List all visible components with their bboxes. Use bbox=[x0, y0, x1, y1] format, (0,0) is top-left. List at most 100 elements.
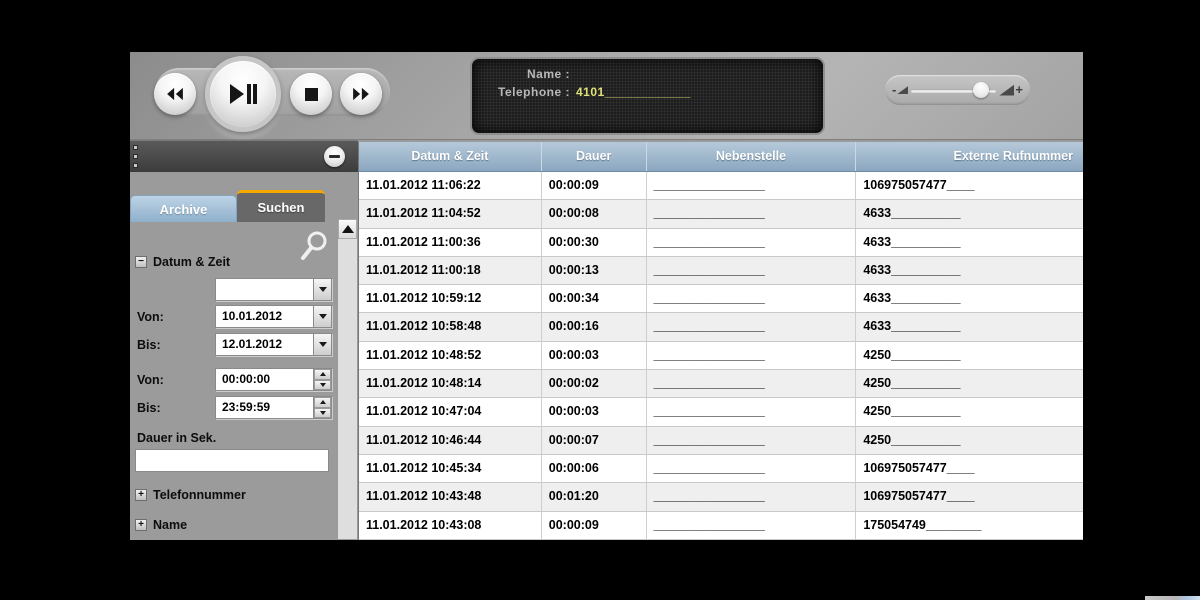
cell-nebenstelle: ________________ bbox=[645, 228, 856, 256]
cell-datetime: 11.01.2012 11:04:52 bbox=[366, 206, 481, 221]
display-telephone-row: Telephone : 4101____________ bbox=[472, 83, 823, 101]
dauer-label: Dauer in Sek. bbox=[137, 431, 217, 445]
chevron-down-icon bbox=[318, 287, 327, 292]
cell-dauer: 00:00:02 bbox=[540, 370, 646, 398]
cell-extern: 4250__________ bbox=[855, 398, 1083, 426]
playback-info-display: Name : Telephone : 4101____________ bbox=[470, 57, 825, 135]
date-filter-dropdown[interactable] bbox=[215, 278, 332, 301]
cell-nebenstelle: ________________ bbox=[645, 285, 856, 313]
cell-extern: 4633__________ bbox=[855, 313, 1083, 341]
telephone-value: 4101____________ bbox=[576, 85, 691, 99]
table-row[interactable]: 11.01.2012 10:48:52 00:00:03 ___________… bbox=[359, 341, 1083, 371]
time-bis-value: 23:59:59 bbox=[222, 400, 271, 414]
sidebar-header bbox=[130, 140, 358, 172]
cell-dauer: 00:00:03 bbox=[540, 398, 646, 426]
cell-nebenstelle: ________________ bbox=[645, 172, 856, 200]
dropdown-arrow-button[interactable] bbox=[313, 334, 331, 355]
cell-datetime: 11.01.2012 10:47:04 bbox=[366, 404, 482, 419]
cell-extern: 106975057477____ bbox=[855, 172, 1083, 200]
collapse-section-icon[interactable]: − bbox=[135, 256, 147, 268]
rewind-button[interactable] bbox=[154, 73, 196, 115]
chevron-down-icon bbox=[319, 382, 326, 387]
cell-nebenstelle: ________________ bbox=[645, 256, 856, 285]
drag-grip-icon[interactable] bbox=[133, 145, 138, 168]
cell-dauer: 00:00:08 bbox=[540, 200, 646, 228]
dauer-input[interactable] bbox=[135, 449, 329, 472]
section-datum-zeit: − Datum & Zeit bbox=[135, 255, 230, 269]
dropdown-arrow-button[interactable] bbox=[313, 279, 331, 300]
play-pause-button[interactable] bbox=[205, 56, 281, 132]
stop-button[interactable] bbox=[290, 73, 332, 115]
time-bis-spinner[interactable]: 23:59:59 bbox=[215, 396, 332, 419]
desktop-background: Name : Telephone : 4101____________ - + bbox=[0, 0, 1200, 600]
cell-nebenstelle: ________________ bbox=[645, 313, 856, 341]
table-row[interactable]: 11.01.2012 11:00:36 00:00:30 ___________… bbox=[359, 228, 1083, 257]
tab-archive[interactable]: Archive bbox=[130, 195, 237, 222]
column-header-externe-rufnummer[interactable]: Externe Rufnummer bbox=[855, 142, 1083, 171]
time-von-label: Von: bbox=[137, 373, 164, 387]
time-von-spinner[interactable]: 00:00:00 bbox=[215, 368, 332, 391]
chevron-down-icon bbox=[318, 314, 327, 319]
expand-section-icon[interactable]: + bbox=[135, 489, 147, 501]
spinner-up-button[interactable] bbox=[314, 397, 331, 408]
table-row[interactable]: 11.01.2012 10:59:12 00:00:34 ___________… bbox=[359, 285, 1083, 314]
scroll-up-button[interactable] bbox=[338, 219, 357, 239]
table-row[interactable]: 11.01.2012 10:43:08 00:00:09 ___________… bbox=[359, 511, 1083, 540]
table-row[interactable]: 11.01.2012 10:47:04 00:00:03 ___________… bbox=[359, 398, 1083, 427]
date-von-dropdown[interactable]: 10.01.2012 bbox=[215, 305, 332, 328]
date-bis-value: 12.01.2012 bbox=[222, 337, 283, 351]
cell-nebenstelle: ________________ bbox=[645, 398, 856, 426]
table-row[interactable]: 11.01.2012 10:46:44 00:00:07 ___________… bbox=[359, 426, 1083, 455]
stop-icon bbox=[304, 87, 318, 101]
date-von-label: Von: bbox=[137, 310, 164, 324]
table-header-row: Datum & Zeit Dauer Nebenstelle Externe R… bbox=[359, 142, 1083, 172]
cell-nebenstelle: ________________ bbox=[645, 511, 856, 539]
cell-extern: 4633__________ bbox=[855, 285, 1083, 313]
cell-datetime: 11.01.2012 11:00:36 bbox=[366, 234, 481, 249]
cell-extern: 106975057477____ bbox=[855, 454, 1083, 483]
search-sidebar: Archive Suchen − Datum & Zeit Von: 10.01… bbox=[130, 140, 358, 540]
column-header-datum-zeit[interactable]: Datum & Zeit bbox=[359, 142, 541, 171]
section-name: + Name bbox=[135, 518, 187, 532]
table-row[interactable]: 11.01.2012 11:06:22 00:00:09 ___________… bbox=[359, 172, 1083, 201]
expand-section-icon[interactable]: + bbox=[135, 519, 147, 531]
sidebar-scrollbar[interactable] bbox=[337, 218, 358, 540]
table-row[interactable]: 11.01.2012 11:00:18 00:00:13 ___________… bbox=[359, 256, 1083, 286]
table-row[interactable]: 11.01.2012 10:58:48 00:00:16 ___________… bbox=[359, 313, 1083, 342]
column-header-dauer[interactable]: Dauer bbox=[540, 142, 646, 171]
chevron-down-icon bbox=[318, 342, 327, 347]
cell-dauer: 00:00:34 bbox=[540, 285, 646, 313]
table-row[interactable]: 11.01.2012 10:48:14 00:00:02 ___________… bbox=[359, 370, 1083, 399]
cell-datetime: 11.01.2012 11:00:18 bbox=[366, 262, 481, 277]
telephone-label: Telephone : bbox=[498, 85, 570, 99]
cell-datetime: 11.01.2012 10:58:48 bbox=[366, 319, 482, 334]
fast-forward-button[interactable] bbox=[340, 73, 382, 115]
tab-suchen[interactable]: Suchen bbox=[237, 190, 325, 222]
spinner-up-button[interactable] bbox=[314, 369, 331, 380]
volume-track[interactable] bbox=[911, 81, 997, 98]
table-row[interactable]: 11.01.2012 10:45:34 00:00:06 ___________… bbox=[359, 454, 1083, 484]
collapse-panel-button[interactable] bbox=[324, 146, 345, 167]
cell-datetime: 11.01.2012 10:59:12 bbox=[366, 291, 482, 306]
date-von-value: 10.01.2012 bbox=[222, 309, 283, 323]
dropdown-arrow-button[interactable] bbox=[313, 306, 331, 327]
spinner-down-button[interactable] bbox=[314, 407, 331, 418]
chevron-up-icon bbox=[319, 400, 326, 405]
column-header-nebenstelle[interactable]: Nebenstelle bbox=[645, 142, 856, 171]
cell-dauer: 00:00:13 bbox=[540, 256, 646, 285]
name-label: Name : bbox=[526, 67, 570, 81]
table-row[interactable]: 11.01.2012 11:04:52 00:00:08 ___________… bbox=[359, 200, 1083, 229]
volume-control: - + bbox=[885, 75, 1030, 105]
volume-knob[interactable] bbox=[972, 81, 989, 98]
cell-datetime: 11.01.2012 10:43:48 bbox=[366, 489, 482, 504]
call-list-table: Datum & Zeit Dauer Nebenstelle Externe R… bbox=[358, 142, 1083, 540]
rewind-icon bbox=[165, 87, 185, 101]
search-icon[interactable] bbox=[298, 230, 328, 267]
spinner-down-button[interactable] bbox=[314, 379, 331, 390]
minus-icon bbox=[329, 155, 340, 158]
cell-dauer: 00:00:09 bbox=[540, 172, 646, 200]
cell-nebenstelle: ________________ bbox=[645, 200, 856, 228]
table-row[interactable]: 11.01.2012 10:43:48 00:01:20 ___________… bbox=[359, 483, 1083, 512]
date-bis-dropdown[interactable]: 12.01.2012 bbox=[215, 333, 332, 356]
cell-extern: 106975057477____ bbox=[855, 483, 1083, 511]
